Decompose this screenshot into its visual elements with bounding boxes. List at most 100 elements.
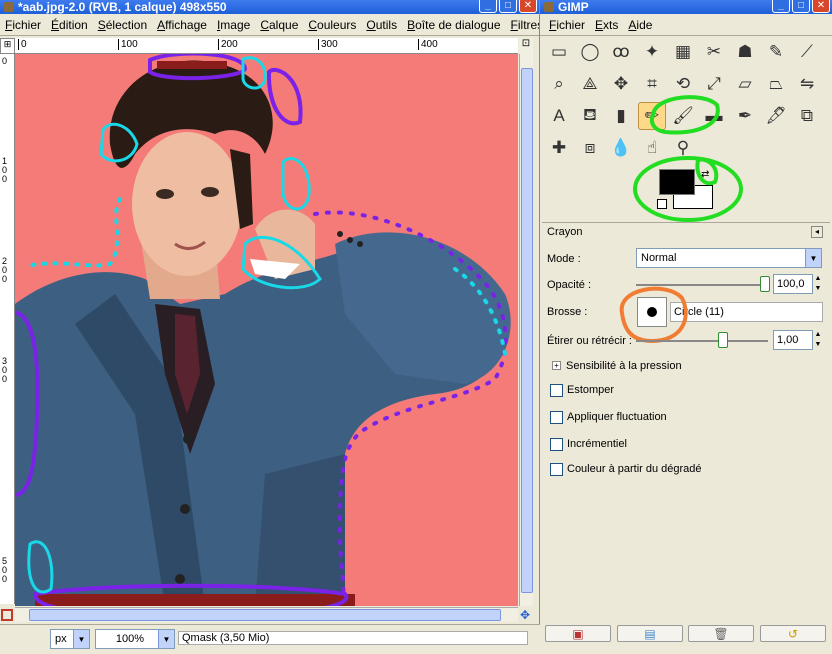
measure-icon[interactable]: ⟁ xyxy=(576,70,604,98)
delete-options-button[interactable]: 🗑 xyxy=(688,625,754,642)
quickmask-toggle-icon[interactable] xyxy=(1,609,13,621)
opacity-slider-thumb[interactable] xyxy=(760,276,770,292)
zoom-icon[interactable]: ⌕ xyxy=(545,70,573,98)
scale-slider-thumb[interactable] xyxy=(718,332,728,348)
annotation-green-circle xyxy=(633,156,743,222)
navigate-icon[interactable]: ⊡ xyxy=(519,38,533,54)
blend-icon[interactable]: ▮ xyxy=(607,102,635,130)
checkbox-1[interactable] xyxy=(550,411,563,424)
image-menu-sélection[interactable]: Sélection xyxy=(93,18,152,32)
scale-label: Étirer ou rétrécir : xyxy=(547,335,632,347)
options-menu-icon[interactable]: ◂ xyxy=(811,226,823,238)
unit-select[interactable]: px ▼ xyxy=(50,629,90,649)
checkbox-label: Couleur à partir du dégradé xyxy=(567,463,702,475)
zoom-value: 100% xyxy=(115,633,145,645)
image-menu-filtres[interactable]: Filtres xyxy=(506,18,539,32)
checkbox-2[interactable] xyxy=(550,438,563,451)
move-icon[interactable]: ✥ xyxy=(607,70,635,98)
tool-options-header: Crayon xyxy=(547,226,583,238)
flip-icon[interactable]: ⇋ xyxy=(793,70,821,98)
unit-value: px xyxy=(55,633,67,645)
toolbox-menu-fichier[interactable]: Fichier xyxy=(544,18,590,32)
image-menu-image[interactable]: Image xyxy=(212,18,255,32)
status-text: Qmask (3,50 Mio) xyxy=(178,631,528,645)
pressure-expander-icon[interactable]: + xyxy=(552,361,561,370)
horizontal-ruler[interactable]: 0 100 200 300 400 xyxy=(15,38,518,54)
scale-value: 1,00 xyxy=(777,334,799,346)
scale-spin-arrows[interactable]: ▲ ▼ xyxy=(813,330,823,350)
ruler-h-label: 300 xyxy=(318,39,338,50)
scissors-icon[interactable]: ✂ xyxy=(700,38,728,66)
zoom-select[interactable]: 100% ▼ xyxy=(95,629,175,649)
toolbox-menu-exts[interactable]: Exts xyxy=(590,18,623,32)
ruler-v-label: 1 0 0 xyxy=(2,156,8,184)
image-menu-édition[interactable]: Édition xyxy=(46,18,93,32)
close-button[interactable]: ✕ xyxy=(519,0,537,13)
chevron-down-icon: ▼ xyxy=(158,630,174,648)
navigation-icon[interactable]: ✥ xyxy=(520,608,534,622)
rect-select-icon[interactable]: ▭ xyxy=(545,38,573,66)
image-menu-affichage[interactable]: Affichage xyxy=(152,18,212,32)
paths-icon[interactable]: ✎ xyxy=(762,38,790,66)
vertical-scroll-thumb[interactable] xyxy=(521,68,533,593)
toolbox-title: GIMP xyxy=(558,0,589,14)
ruler-v-label: 0 xyxy=(2,56,8,66)
gimp-icon xyxy=(4,2,14,12)
restore-options-button[interactable]: ▤ xyxy=(617,625,683,642)
scale-spinbox[interactable]: 1,00 xyxy=(773,330,813,350)
horizontal-scroll-thumb[interactable] xyxy=(29,609,501,621)
ruler-v-label: 2 0 0 xyxy=(2,256,8,284)
ellipse-select-icon[interactable]: ◯ xyxy=(576,38,604,66)
airbrush-icon[interactable]: ✒ xyxy=(731,102,759,130)
opacity-spin-arrows[interactable]: ▲ ▼ xyxy=(813,274,823,294)
image-menu-outils[interactable]: Outils xyxy=(361,18,402,32)
ink-icon[interactable]: 🖋 xyxy=(762,102,790,130)
shear-icon[interactable]: ▱ xyxy=(731,70,759,98)
vertical-ruler[interactable]: 0 1 0 0 2 0 0 3 0 0 5 0 0 xyxy=(0,54,15,604)
maximize-button[interactable]: □ xyxy=(792,0,810,13)
toolbox-menu-aide[interactable]: Aide xyxy=(623,18,657,32)
ruler-h-label: 400 xyxy=(418,39,438,50)
checkbox-3[interactable] xyxy=(550,463,563,476)
magic-wand-icon[interactable]: ✦ xyxy=(638,38,666,66)
foreground-select-icon[interactable]: ☗ xyxy=(731,38,759,66)
image-menu-boîte-de-dialogue[interactable]: Boîte de dialogue xyxy=(402,18,505,32)
clone-icon[interactable]: ⧉ xyxy=(793,102,821,130)
color-select-icon[interactable]: ▦ xyxy=(669,38,697,66)
checkbox-label: Incrémentiel xyxy=(567,438,627,450)
reset-icon: ↺ xyxy=(787,626,799,641)
image-window-titlebar[interactable]: *aab.jpg-2.0 (RVB, 1 calque) 498x550 xyxy=(0,0,539,14)
gimp-icon xyxy=(544,2,554,12)
image-menubar: Fichier Édition Sélection Affichage Image Cal… xyxy=(0,14,539,36)
opacity-spinbox[interactable]: 100,0 xyxy=(773,274,813,294)
vertical-scrollbar[interactable] xyxy=(519,54,533,606)
perspective-clone-icon[interactable]: ⧈ xyxy=(576,134,604,162)
image-menu-fichier[interactable]: Fichier xyxy=(0,18,46,32)
minimize-button[interactable]: _ xyxy=(772,0,790,13)
close-button[interactable]: ✕ xyxy=(812,0,830,13)
bucket-fill-icon[interactable]: ⛾ xyxy=(576,102,604,130)
ruler-v-label: 5 0 0 xyxy=(2,556,8,584)
image-window-title: *aab.jpg-2.0 (RVB, 1 calque) 498x550 xyxy=(18,0,227,14)
image-canvas[interactable] xyxy=(15,54,518,606)
lasso-icon[interactable]: ꝏ xyxy=(607,38,635,66)
pressure-label: Sensibilité à la pression xyxy=(566,360,682,372)
scale-slider-track[interactable] xyxy=(636,340,768,342)
save-options-button[interactable]: ▣ xyxy=(545,625,611,642)
perspective-icon[interactable]: ⏢ xyxy=(762,70,790,98)
mode-value: Normal xyxy=(641,252,677,264)
mode-label: Mode : xyxy=(547,253,581,265)
maximize-button[interactable]: □ xyxy=(499,0,517,13)
mode-select[interactable]: Normal ▼ xyxy=(636,248,822,268)
horizontal-scrollbar[interactable] xyxy=(15,607,518,622)
image-menu-couleurs[interactable]: Couleurs xyxy=(303,18,361,32)
minimize-button[interactable]: _ xyxy=(479,0,497,13)
ruler-corner-icon[interactable]: ⊞ xyxy=(0,38,15,54)
status-bar: px ▼ 100% ▼ Qmask (3,50 Mio) xyxy=(0,624,540,654)
checkbox-0[interactable] xyxy=(550,384,563,397)
heal-icon[interactable]: ✚ xyxy=(545,134,573,162)
image-menu-calque[interactable]: Calque xyxy=(255,18,303,32)
color-picker-icon[interactable]: ⟋ xyxy=(793,38,821,66)
reset-options-button[interactable]: ↺ xyxy=(760,625,826,642)
text-icon[interactable]: A xyxy=(545,102,573,130)
